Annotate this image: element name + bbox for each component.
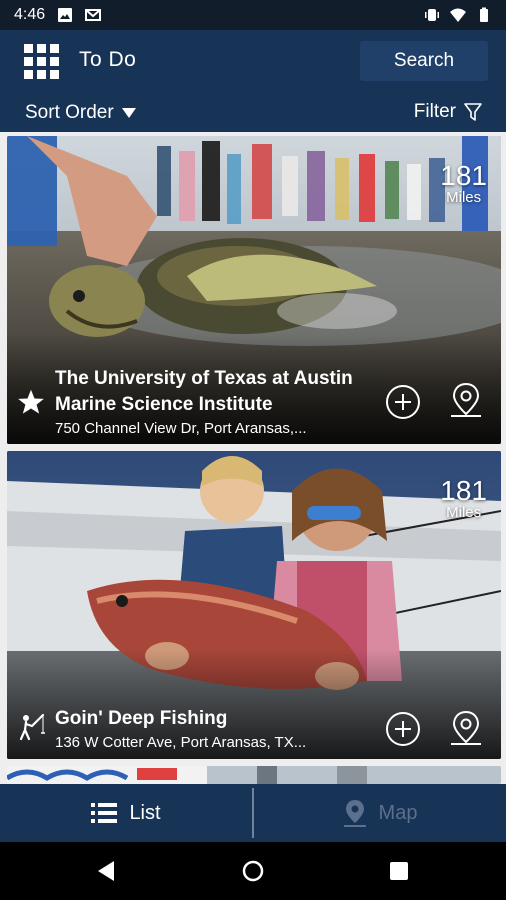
map-pin-icon (343, 800, 366, 827)
place-name[interactable]: Goin' Deep Fishing (55, 706, 375, 732)
place-address: 750 Channel View Dr, Port Aransas,... (55, 420, 307, 437)
triangle-down-icon (121, 108, 136, 118)
system-navigation-bar (0, 842, 506, 900)
status-bar: 4:46 (0, 0, 506, 30)
image-notification-icon (58, 8, 73, 22)
bottom-navigation: List Map (0, 784, 506, 842)
fishing-icon (19, 713, 45, 741)
filter-label: Filter (413, 101, 456, 122)
filter-bar: Sort Order Filter (0, 92, 506, 132)
add-circle-icon[interactable] (384, 710, 422, 748)
star-icon (18, 389, 44, 414)
gmail-icon (85, 9, 102, 21)
sort-order-label: Sort Order (25, 102, 114, 123)
status-time: 4:46 (14, 6, 46, 23)
search-button[interactable]: Search (360, 41, 488, 81)
back-icon[interactable] (96, 860, 116, 882)
tab-list[interactable]: List (0, 784, 252, 842)
battery-icon (480, 7, 488, 22)
tab-map[interactable]: Map (254, 784, 506, 842)
partial-photo (7, 766, 501, 784)
map-pin-icon[interactable] (447, 381, 485, 419)
recents-icon[interactable] (390, 862, 408, 880)
apps-grid-icon[interactable] (24, 44, 60, 80)
list-item[interactable]: 181 Miles The University of Texas at Aus… (7, 136, 501, 444)
place-address: 136 W Cotter Ave, Port Aransas, TX... (55, 734, 307, 751)
sort-order-dropdown[interactable]: Sort Order (25, 102, 136, 124)
list-icon (91, 803, 118, 823)
tab-map-label: Map (378, 801, 418, 824)
list-item-partial[interactable] (7, 766, 501, 784)
distance-badge: 181 Miles (440, 477, 487, 521)
tab-list-label: List (129, 801, 161, 824)
wifi-icon (450, 8, 466, 22)
app-bar: To Do Search (0, 30, 506, 92)
filter-funnel-icon (464, 103, 482, 121)
list-item[interactable]: 181 Miles Goin' Deep Fishing 136 W Cotte… (7, 451, 501, 759)
add-circle-icon[interactable] (384, 383, 422, 421)
distance-unit: Miles (446, 504, 482, 521)
filter-button[interactable]: Filter (414, 101, 482, 123)
place-name[interactable]: The University of Texas at Austin Marine… (55, 366, 375, 418)
page-title: To Do (79, 48, 137, 71)
home-icon[interactable] (242, 860, 264, 882)
distance-value: 181 (440, 475, 487, 506)
distance-badge: 181 Miles (440, 162, 487, 206)
distance-unit: Miles (446, 189, 482, 206)
distance-value: 181 (440, 160, 487, 191)
map-pin-icon[interactable] (447, 709, 485, 747)
vibrate-icon (425, 9, 439, 21)
